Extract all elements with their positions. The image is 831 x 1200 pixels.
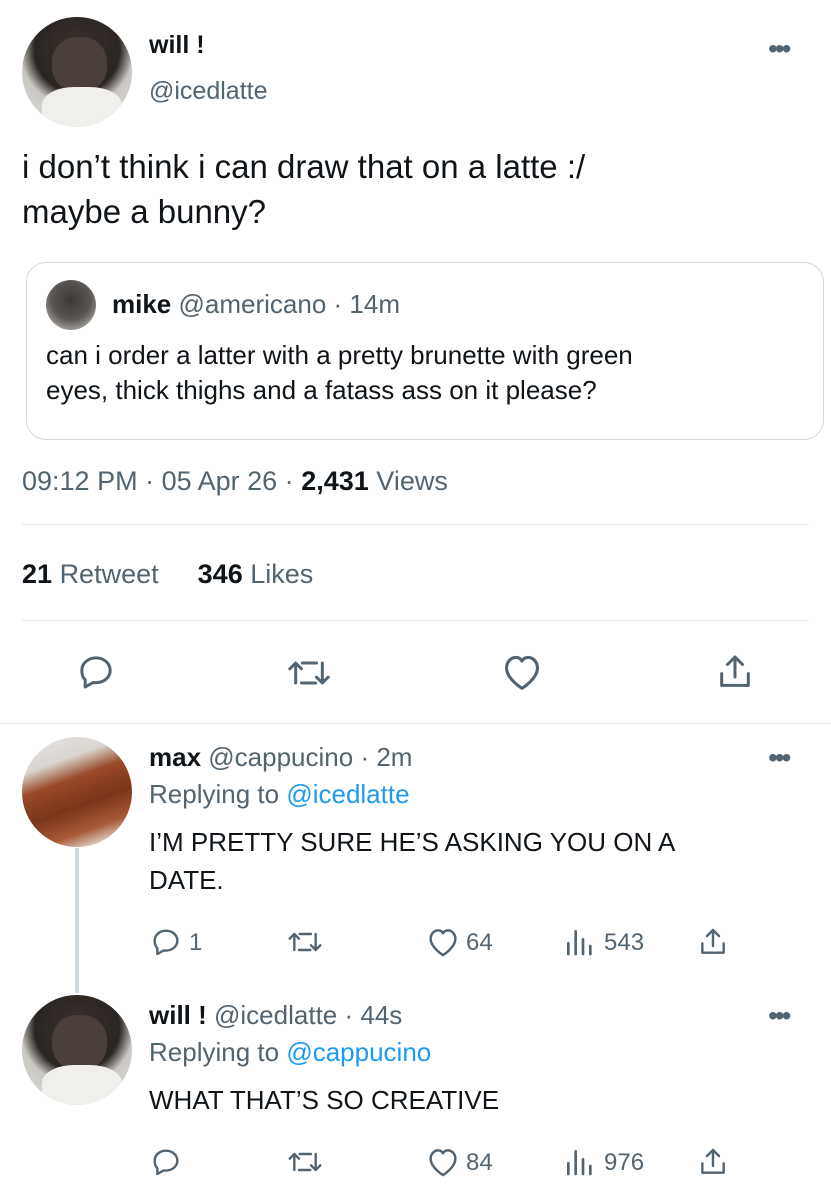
reply-text-line1: WHAT THAT’S SO CREATIVE <box>149 1085 500 1115</box>
share-icon[interactable] <box>697 1145 729 1179</box>
views-count: 976 <box>604 1149 645 1176</box>
quoted-avatar <box>46 280 96 330</box>
retweet-count: 21 <box>22 559 53 589</box>
reply-avatar[interactable] <box>22 995 132 1105</box>
share-icon[interactable] <box>715 651 755 693</box>
replying-label: Replying to <box>149 1037 280 1067</box>
divider <box>22 524 809 525</box>
retweet-icon[interactable] <box>287 653 331 693</box>
section-divider <box>0 723 831 724</box>
views-icon[interactable] <box>563 926 595 958</box>
reply-text-line1: I’M PRETTY SURE HE’S ASKING YOU ON A <box>149 827 676 857</box>
more-icon[interactable]: ••• <box>768 744 791 772</box>
quoted-author-handle: @americano <box>178 289 327 319</box>
like-icon[interactable] <box>500 652 544 692</box>
like-icon[interactable] <box>425 1146 461 1178</box>
views-count: 543 <box>604 929 645 956</box>
tweet-text-line1: i don’t think i can draw that on a latte… <box>22 148 586 185</box>
quoted-author-name: mike <box>112 289 172 319</box>
likes-label: Likes <box>250 559 314 589</box>
more-icon[interactable]: ••• <box>768 1002 791 1030</box>
reply-icon[interactable] <box>150 1146 182 1178</box>
like-count: 84 <box>466 1149 493 1176</box>
reply-avatar[interactable] <box>22 737 132 847</box>
author-handle[interactable]: @icedlatte <box>149 77 268 106</box>
reply-time[interactable]: · 44s <box>344 1000 402 1030</box>
author-name[interactable]: will ! <box>149 31 205 60</box>
like-icon[interactable] <box>425 926 461 958</box>
divider <box>22 620 809 621</box>
reply-author-name[interactable]: will ! <box>149 1000 207 1030</box>
reply-author-handle[interactable]: @icedlatte <box>214 1000 337 1030</box>
tweet-date[interactable]: · 05 Apr 26 · <box>145 466 294 496</box>
reply-author-name[interactable]: max <box>149 742 201 772</box>
author-avatar[interactable] <box>22 17 132 127</box>
views-icon[interactable] <box>563 1146 595 1178</box>
thread-line <box>75 848 79 993</box>
share-icon[interactable] <box>697 925 729 959</box>
views-count: 2,431 <box>301 466 369 496</box>
reply-author-handle[interactable]: @cappucino <box>208 742 353 772</box>
tweet-time[interactable]: 09:12 PM <box>22 466 138 496</box>
reply-time[interactable]: · 2m <box>360 742 412 772</box>
like-count: 64 <box>466 929 493 956</box>
tweet-text-line2: maybe a bunny? <box>22 193 267 230</box>
reply-count: 1 <box>189 929 203 956</box>
retweet-icon[interactable] <box>287 926 323 958</box>
reply-text-line2: DATE. <box>149 865 224 895</box>
quoted-text-line2: eyes, thick thighs and a fatass ass on i… <box>46 375 597 405</box>
retweet-label: Retweet <box>59 559 159 589</box>
replying-label: Replying to <box>149 779 280 809</box>
retweet-stat[interactable]: 21 Retweet <box>22 559 159 589</box>
reply-icon[interactable] <box>150 926 182 958</box>
likes-count: 346 <box>197 559 243 589</box>
views-label: Views <box>376 466 448 496</box>
retweet-icon[interactable] <box>287 1146 323 1178</box>
reply-icon[interactable] <box>76 652 116 692</box>
quoted-time: · 14m <box>333 289 400 319</box>
replying-to-link[interactable]: @icedlatte <box>286 779 409 809</box>
replying-to-link[interactable]: @cappucino <box>286 1037 431 1067</box>
likes-stat[interactable]: 346 Likes <box>198 559 314 589</box>
more-icon[interactable]: ••• <box>768 35 791 63</box>
quoted-text-line1: can i order a latter with a pretty brune… <box>46 340 633 370</box>
